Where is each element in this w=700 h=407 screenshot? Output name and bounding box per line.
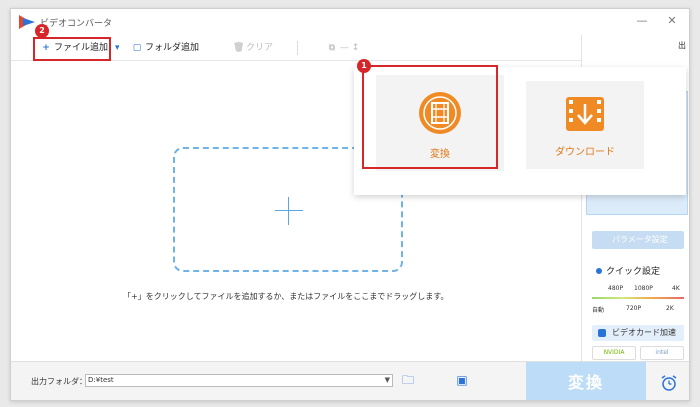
- download-icon: [566, 97, 604, 131]
- close-button[interactable]: ✕: [665, 14, 679, 28]
- merge-label: — ↕: [340, 43, 360, 53]
- add-file-dropdown-icon[interactable]: ▾: [115, 41, 120, 55]
- tick-2k: 2K: [666, 305, 674, 312]
- quick-settings-label: クイック設定: [596, 264, 660, 277]
- highlight-add-file: [33, 37, 111, 61]
- merge-button[interactable]: ⧉ — ↕: [327, 41, 360, 55]
- add-plus-icon[interactable]: [275, 197, 303, 225]
- bottom-bar: 出力フォルダ： D:¥test ▼ 🗀 ▣ 変換: [11, 361, 689, 400]
- convert-button[interactable]: 変換: [526, 362, 646, 400]
- add-folder-label: フォルダ追加: [145, 43, 200, 53]
- toolbar-divider: [297, 41, 298, 55]
- minimize-button[interactable]: —: [635, 14, 649, 28]
- clear-button[interactable]: 🗑 クリア: [233, 41, 273, 55]
- step-1-badge: 1: [357, 59, 371, 73]
- step-2-badge: 2: [35, 24, 49, 38]
- gpu-acceleration[interactable]: ビデオカード加速: [592, 325, 684, 341]
- output-folder-field[interactable]: D:¥test ▼: [85, 374, 393, 387]
- tick-4k: 4K: [672, 285, 680, 292]
- folder-icon: ▢: [132, 43, 142, 53]
- tick-auto: 自動: [592, 307, 605, 314]
- quality-slider[interactable]: [592, 297, 684, 299]
- gpu-chip-icon: [598, 329, 606, 337]
- drop-hint: 「+」をクリックしてファイルを追加するか、またはファイルをここまでドラッグします…: [123, 292, 449, 301]
- merge-icon: ⧉: [328, 43, 336, 53]
- app-logo-icon: [19, 15, 35, 29]
- app-window: ビデオコンバータ — ✕ + ファイル追加 ▾ ▢ フォルダ追加 🗑 クリア ⧉ — ↕…: [10, 8, 690, 401]
- nvidia-badge: NVIDIA: [592, 346, 636, 360]
- output-format-label: 出: [678, 41, 686, 50]
- add-folder-button[interactable]: ▢ フォルダ追加: [132, 41, 199, 55]
- output-folder-value: D:¥test: [88, 376, 114, 384]
- alarm-clock-icon[interactable]: [660, 374, 678, 392]
- tick-480p: 480P: [608, 285, 624, 292]
- highlight-convert-option: [362, 65, 498, 169]
- title-bar: ビデオコンバータ — ✕: [11, 9, 689, 35]
- output-folder-label: 出力フォルダ：: [31, 377, 87, 386]
- tick-720p: 720P: [626, 305, 642, 312]
- download-option[interactable]: ダウンロード: [526, 81, 644, 169]
- quick-settings-text: クイック設定: [606, 267, 661, 277]
- intel-badge: intel: [640, 346, 684, 360]
- quick-settings-icon: [596, 268, 602, 274]
- download-option-label: ダウンロード: [555, 147, 615, 158]
- output-folder-dropdown-icon[interactable]: ▼: [385, 375, 390, 386]
- trash-icon: 🗑: [233, 43, 245, 53]
- open-folder-icon[interactable]: ▣: [455, 373, 469, 387]
- parameter-settings-button[interactable]: パラメータ設定: [592, 231, 684, 249]
- tick-1080p: 1080P: [634, 285, 653, 292]
- clear-label: クリア: [246, 43, 274, 53]
- gpu-acceleration-label: ビデオカード加速: [612, 328, 676, 337]
- browse-folder-icon[interactable]: 🗀: [401, 373, 415, 387]
- app-title: ビデオコンバータ: [40, 19, 113, 29]
